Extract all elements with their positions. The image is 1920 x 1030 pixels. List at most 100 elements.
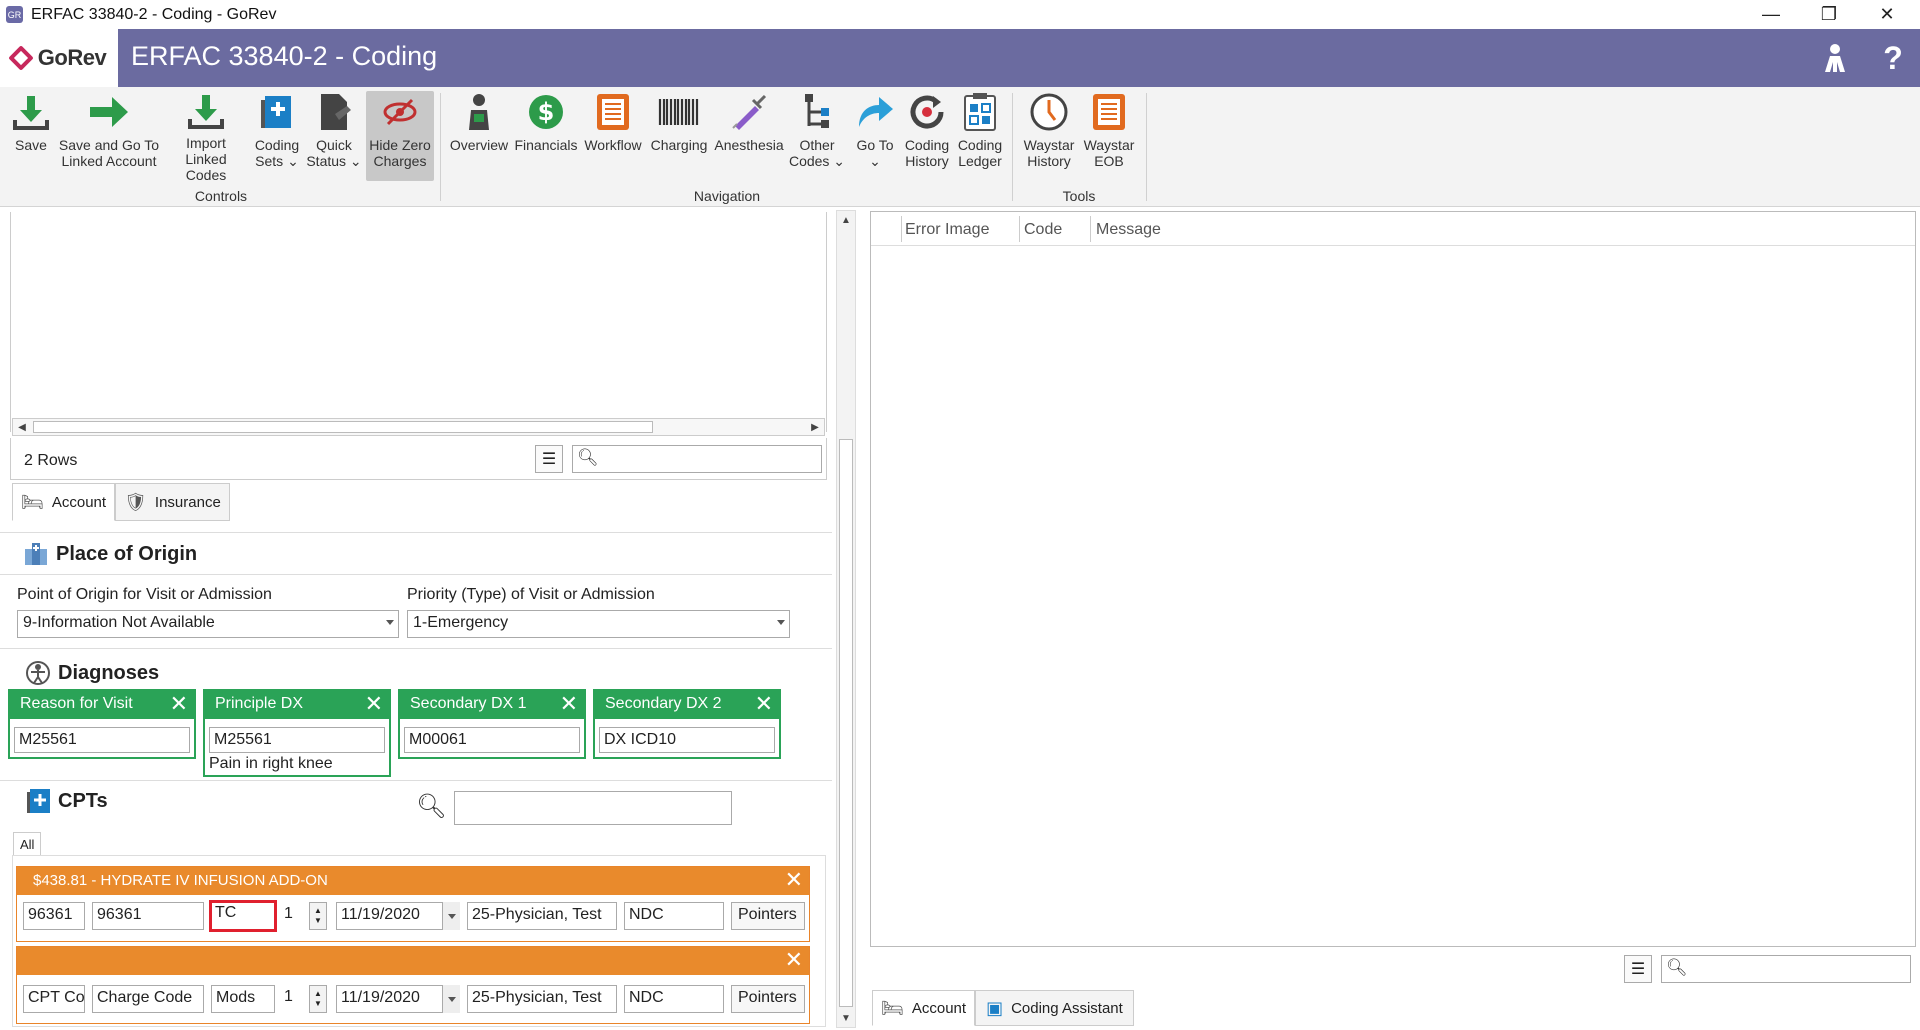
chevron-down-icon: [386, 620, 394, 625]
horizontal-scroll-thumb[interactable]: [33, 421, 653, 433]
charging-button[interactable]: Charging: [648, 91, 710, 181]
stepper-down-icon[interactable]: ▼: [314, 999, 322, 1009]
other-codes-button[interactable]: Other Codes ⌄: [788, 91, 846, 181]
stepper-up-icon[interactable]: ▲: [314, 989, 322, 999]
help-button[interactable]: ?: [1874, 39, 1912, 77]
remove-dx-close-icon[interactable]: ✕: [755, 691, 773, 717]
scroll-right-icon[interactable]: ▶: [806, 419, 824, 435]
remove-dx-close-icon[interactable]: ✕: [365, 691, 383, 717]
window-titlebar: GR ERFAC 33840-2 - Coding - GoRev — ❐ ✕: [0, 0, 1920, 29]
charge-code-input[interactable]: Charge Code: [92, 985, 204, 1013]
row-count: 2 Rows: [24, 452, 78, 469]
ribbon-separator: [440, 93, 441, 201]
gorev-logo[interactable]: GoRev: [0, 29, 118, 87]
priority-label: Priority (Type) of Visit or Admission: [407, 586, 655, 603]
cpt-code-input[interactable]: CPT Co(: [23, 985, 85, 1013]
scroll-down-icon[interactable]: ▼: [837, 1009, 855, 1027]
quick-status-button[interactable]: Quick Status ⌄: [306, 91, 362, 181]
provider-input[interactable]: 25-Physician, Test: [467, 902, 617, 930]
logo-text: GoRev: [37, 45, 107, 70]
remove-dx-close-icon[interactable]: ✕: [560, 691, 578, 717]
charges-grid[interactable]: [10, 212, 827, 432]
stepper-up-icon[interactable]: ▲: [314, 906, 322, 916]
quantity-stepper[interactable]: ▲ ▼: [309, 902, 327, 930]
save-and-goto-linked-button[interactable]: Save and Go To Linked Account: [58, 91, 160, 181]
dx-card-title: Secondary DX 2: [605, 695, 722, 712]
coding-ledger-button[interactable]: Coding Ledger: [954, 91, 1006, 181]
tree-icon: [796, 91, 838, 133]
horizontal-scrollbar[interactable]: ◀ ▶: [12, 418, 825, 436]
scroll-up-icon[interactable]: ▲: [837, 211, 855, 229]
column-message[interactable]: Message: [1096, 221, 1161, 239]
document-title: ERFAC 33840-2 - Coding: [131, 41, 438, 71]
dx-code-input[interactable]: M25561: [14, 727, 190, 753]
stepper-down-icon[interactable]: ▼: [314, 916, 322, 926]
tab-account-right[interactable]: 🛏︎ Account: [872, 990, 976, 1026]
financials-button[interactable]: $ Financials: [514, 91, 578, 181]
error-grid[interactable]: Error Image Code Message: [870, 211, 1916, 947]
waystar-eob-label: Waystar: [1083, 137, 1135, 153]
tab-coding-assistant[interactable]: ▣ Coding Assistant: [975, 990, 1134, 1026]
coding-sets-button[interactable]: Coding Sets ⌄: [252, 91, 302, 181]
scroll-left-icon[interactable]: ◀: [13, 419, 31, 435]
save-label: Save: [15, 137, 47, 153]
overview-button[interactable]: Overview: [448, 91, 510, 181]
origin-dropdown[interactable]: 9-Information Not Available: [17, 610, 399, 638]
ndc-input[interactable]: NDC: [624, 902, 724, 930]
error-grid-menu-button[interactable]: ☰: [1624, 955, 1652, 983]
app-icon: GR: [6, 6, 23, 23]
priority-dropdown[interactable]: 1-Emergency: [407, 610, 790, 638]
dx-code-input[interactable]: M00061: [404, 727, 580, 753]
pointers-button[interactable]: Pointers: [731, 985, 805, 1013]
grid-search-input[interactable]: 🔍︎: [572, 445, 822, 473]
coding-history-button[interactable]: Coding History: [902, 91, 952, 181]
cpt-code-input[interactable]: 96361: [23, 902, 85, 930]
provider-input[interactable]: 25-Physician, Test: [467, 985, 617, 1013]
vertical-scrollbar[interactable]: ▲ ▼: [836, 210, 856, 1028]
column-code[interactable]: Code: [1024, 221, 1062, 239]
mods-input[interactable]: TC: [209, 900, 277, 932]
column-separator: [901, 216, 902, 242]
vertical-scroll-thumb[interactable]: [839, 439, 853, 1007]
pointers-button[interactable]: Pointers: [731, 902, 805, 930]
quantity-stepper[interactable]: ▲ ▼: [309, 985, 327, 1013]
cpts-header: CPTs: [24, 787, 108, 815]
import-linked-codes-button[interactable]: Import Linked Codes: [164, 91, 248, 183]
error-grid-search-input[interactable]: 🔍︎: [1661, 955, 1911, 983]
waystar-history-button[interactable]: Waystar History: [1020, 91, 1078, 181]
divider: [0, 648, 832, 649]
remove-cpt-close-icon[interactable]: ✕: [785, 867, 803, 893]
eob-icon: [1088, 91, 1130, 133]
remove-dx-close-icon[interactable]: ✕: [170, 691, 188, 717]
cpt-filter-tab-all[interactable]: All: [13, 832, 42, 856]
anesthesia-button[interactable]: Anesthesia: [714, 91, 784, 181]
mods-input[interactable]: Mods: [211, 985, 275, 1013]
person-icon: [458, 91, 500, 133]
goto-button[interactable]: Go To ⌄: [850, 91, 900, 181]
dx-code-input[interactable]: M25561: [209, 727, 385, 753]
charge-code-input[interactable]: 96361: [92, 902, 204, 930]
quantity-input[interactable]: 1: [280, 985, 306, 1013]
restore-button[interactable]: ❐: [1800, 0, 1858, 29]
waystar-eob-button[interactable]: Waystar EOB: [1082, 91, 1136, 181]
remove-cpt-close-icon[interactable]: ✕: [785, 947, 803, 973]
person-key-icon[interactable]: [1816, 39, 1854, 77]
close-window-button[interactable]: ✕: [1858, 0, 1916, 29]
cpt-search-icon[interactable]: 🔍︎: [416, 792, 446, 821]
date-dropdown-chevron-icon[interactable]: [442, 985, 460, 1013]
tab-account[interactable]: 🛏︎ Account: [12, 483, 116, 521]
grid-menu-button[interactable]: ☰: [535, 445, 563, 473]
dx-card-secondary-2: Secondary DX 2 ✕ DX ICD10: [593, 689, 781, 759]
dx-code-input[interactable]: DX ICD10: [599, 727, 775, 753]
quantity-input[interactable]: 1: [280, 902, 306, 930]
ndc-input[interactable]: NDC: [624, 985, 724, 1013]
column-error-image[interactable]: Error Image: [905, 221, 989, 239]
minimize-button[interactable]: —: [1742, 0, 1800, 29]
cpt-search-input[interactable]: [454, 791, 732, 825]
save-button[interactable]: Save: [8, 91, 54, 181]
date-dropdown-chevron-icon[interactable]: [442, 902, 460, 930]
workflow-button[interactable]: Workflow: [582, 91, 644, 181]
hide-zero-charges-button[interactable]: Hide Zero Charges: [366, 91, 434, 181]
diagnoses-header: Diagnoses: [24, 659, 159, 687]
tab-insurance[interactable]: 🛡︎ Insurance: [115, 483, 230, 521]
